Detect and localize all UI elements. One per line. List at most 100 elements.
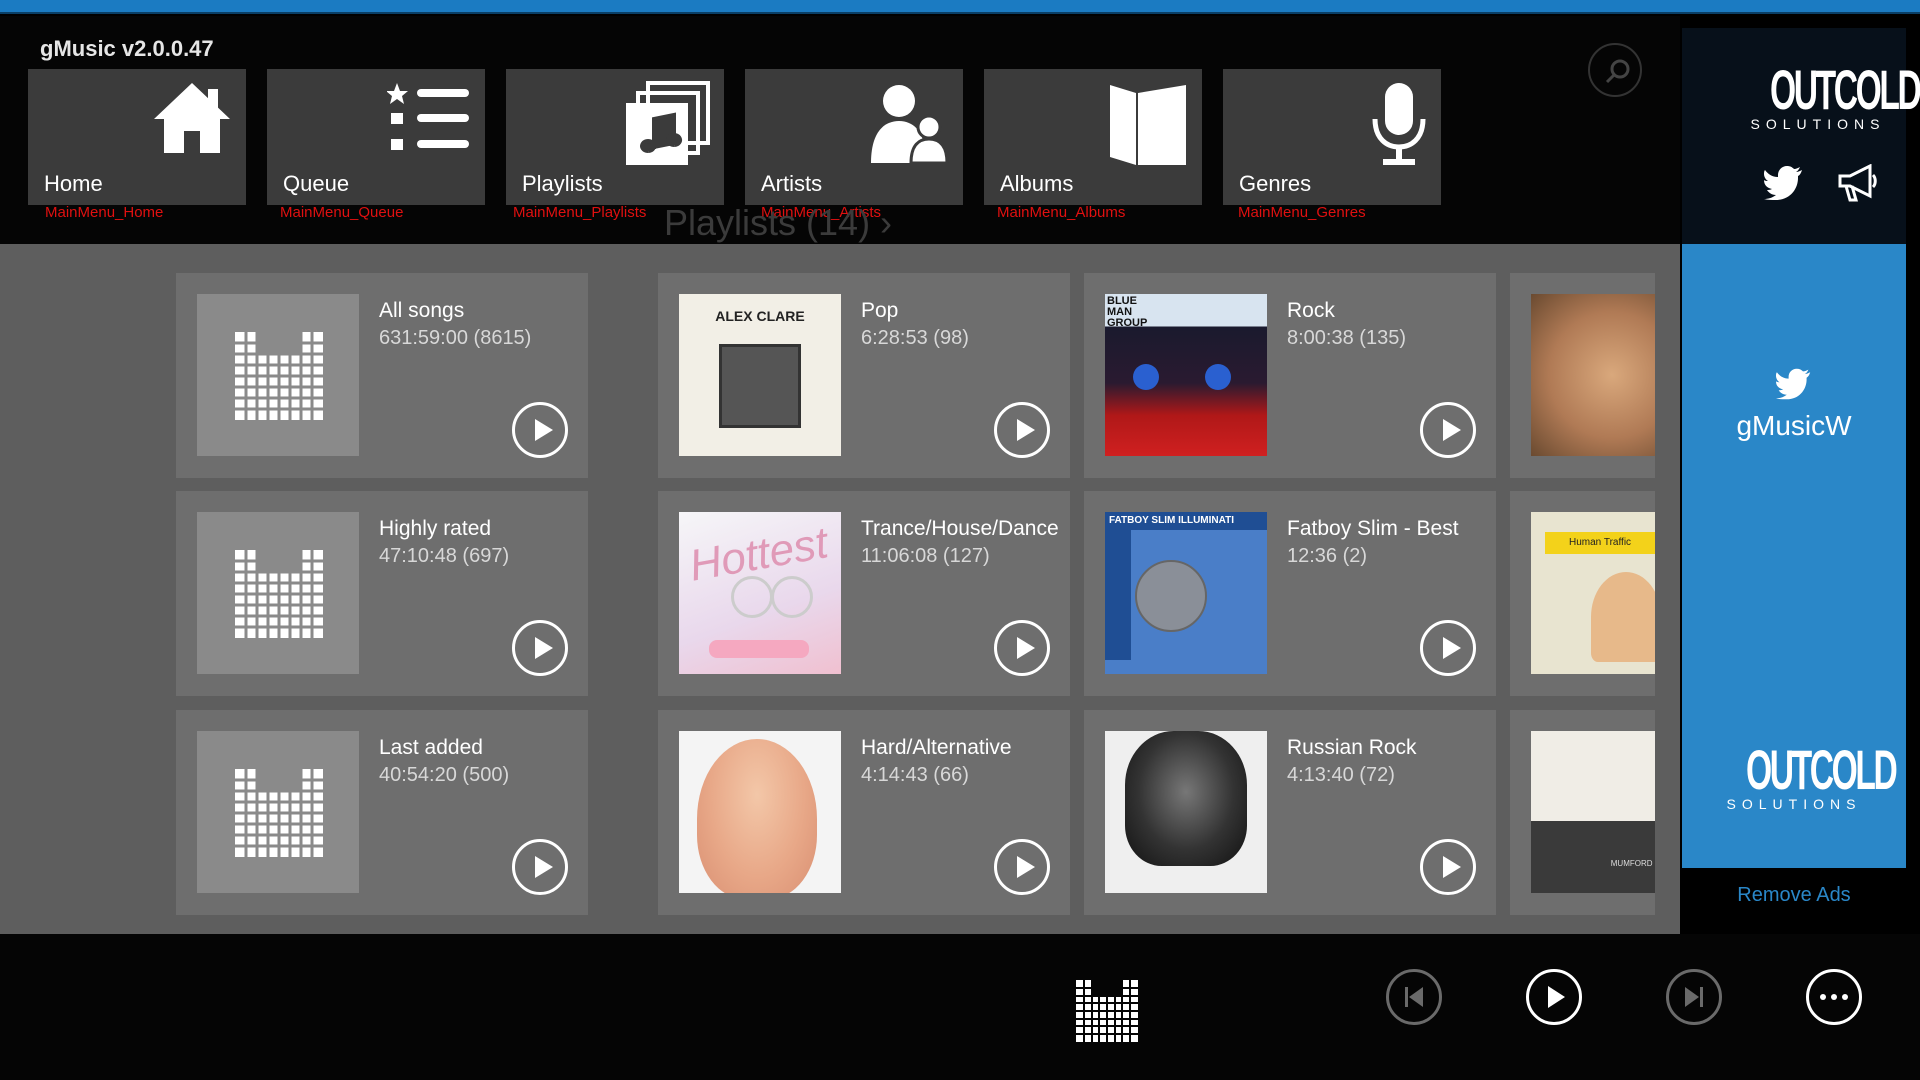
album-cover xyxy=(1105,731,1267,893)
menu-tile-albums[interactable]: Albums xyxy=(984,69,1202,205)
brand-logo: OUTCOLD SOLUTIONS xyxy=(1714,738,1898,813)
playlist-card[interactable]: BLUE MAN GROUP Rock 8:00:38 (135) xyxy=(1084,273,1496,478)
promo-panel: OUTCOLD SOLUTIONS gMusicW OUTCOLD SOLUTI… xyxy=(1682,28,1920,868)
album-cover-image xyxy=(719,344,801,428)
search-button[interactable] xyxy=(1588,43,1642,97)
playlist-meta: 12:36 (2) xyxy=(1287,545,1368,567)
gmusic-logo-art xyxy=(197,512,359,674)
artists-icon xyxy=(871,85,949,165)
album-cover: FATBOY SLIM ILLUMINATI xyxy=(1105,512,1267,674)
playlist-card[interactable]: Russian Rock 4:13:40 (72) xyxy=(1084,710,1496,915)
playlist-name: All songs xyxy=(379,299,465,322)
gmusic-logo-icon xyxy=(235,550,323,638)
play-button[interactable] xyxy=(994,402,1050,458)
play-button[interactable] xyxy=(1420,402,1476,458)
microphone-icon xyxy=(1372,83,1426,165)
next-button[interactable] xyxy=(1666,969,1722,1025)
menu-tile-home[interactable]: Home xyxy=(28,69,246,205)
playlist-card[interactable]: Human Traffic xyxy=(1510,491,1655,696)
playlist-card[interactable]: Hottest Trance/House/Dance 11:06:08 (127… xyxy=(658,491,1070,696)
playlist-meta: 4:14:43 (66) xyxy=(861,764,969,786)
album-cover-figure xyxy=(1205,364,1231,390)
next-icon xyxy=(1685,987,1703,1007)
album-cover: MUMFORD & SONS xyxy=(1531,731,1655,893)
playlist-card[interactable]: All songs 631:59:00 (8615) xyxy=(176,273,588,478)
menu-label-genres: Genres xyxy=(1239,171,1312,196)
album-cover: BLUE MAN GROUP xyxy=(1105,294,1267,456)
album-cover-disc xyxy=(731,576,773,618)
playlist-name: Fatboy Slim - Best xyxy=(1287,517,1459,540)
previous-icon xyxy=(1405,987,1423,1007)
menu-tile-artists[interactable]: Artists xyxy=(745,69,963,205)
play-button[interactable] xyxy=(1420,839,1476,895)
playlist-card[interactable]: FATBOY SLIM ILLUMINATI Fatboy Slim - Bes… xyxy=(1084,491,1496,696)
twitter-icon[interactable] xyxy=(1764,166,1804,200)
album-cover-image xyxy=(1591,572,1655,662)
album-cover xyxy=(1531,294,1655,456)
playlist-meta: 6:28:53 (98) xyxy=(861,327,969,349)
brand-logo-text: OUTCOLD xyxy=(1770,58,1920,121)
gmusic-logo-art xyxy=(197,294,359,456)
playlist-card[interactable] xyxy=(1510,273,1655,478)
playlist-meta: 631:59:00 (8615) xyxy=(379,327,532,349)
menu-tile-playlists[interactable]: Playlists xyxy=(506,69,724,205)
twitter-icon xyxy=(1776,368,1811,400)
previous-button[interactable] xyxy=(1386,969,1442,1025)
menu-key-genres: MainMenu_Genres xyxy=(1238,204,1366,221)
playlist-name: Rock xyxy=(1287,299,1335,322)
play-button[interactable] xyxy=(1420,620,1476,676)
menu-tile-queue[interactable]: Queue xyxy=(267,69,485,205)
play-button[interactable] xyxy=(994,839,1050,895)
album-cover-shape xyxy=(709,640,809,658)
playlist-card[interactable]: ALEX CLARE Pop 6:28:53 (98) xyxy=(658,273,1070,478)
megaphone-icon[interactable] xyxy=(1836,164,1878,202)
play-button[interactable] xyxy=(512,620,568,676)
menu-label-playlists: Playlists xyxy=(522,171,603,196)
album-cover xyxy=(679,731,841,893)
playlist-card[interactable]: Highly rated 47:10:48 (697) xyxy=(176,491,588,696)
promo-header: OUTCOLD SOLUTIONS xyxy=(1682,28,1920,244)
search-icon xyxy=(1605,59,1630,84)
playlist-meta: 40:54:20 (500) xyxy=(379,764,510,786)
album-cover-shape xyxy=(1105,530,1131,660)
section-title[interactable]: Playlists (14) › xyxy=(664,202,892,244)
menu-label-albums: Albums xyxy=(1000,171,1074,196)
play-button[interactable] xyxy=(1526,969,1582,1025)
menu-key-playlists: MainMenu_Playlists xyxy=(513,204,647,221)
playlist-card[interactable]: MUMFORD & SONS xyxy=(1510,710,1655,915)
brand-logo: OUTCOLD SOLUTIONS xyxy=(1738,58,1920,133)
remove-ads-link[interactable]: Remove Ads xyxy=(1682,884,1906,907)
play-button[interactable] xyxy=(512,839,568,895)
player-bar xyxy=(0,934,1920,1080)
album-cover-text: MUMFORD & SONS xyxy=(1610,859,1655,868)
menu-label-artists: Artists xyxy=(761,171,823,196)
playlist-meta: 11:06:08 (127) xyxy=(861,545,990,567)
menu-tile-genres[interactable]: Genres xyxy=(1223,69,1441,205)
album-cover-image xyxy=(697,739,817,893)
album-cover-text: BLUE MAN GROUP xyxy=(1107,295,1148,329)
album-cover-disc xyxy=(771,576,813,618)
header: gMusic v2.0.0.47 Home MainMenu_Home Queu… xyxy=(0,16,1680,244)
playlist-name: Pop xyxy=(861,299,899,322)
album-icon xyxy=(1110,85,1186,165)
album-cover-image xyxy=(1125,731,1247,866)
playlist-card[interactable]: Hard/Alternative 4:14:43 (66) xyxy=(658,710,1070,915)
playlists-grid: All songs 631:59:00 (8615) Highly rated … xyxy=(0,244,1680,934)
brand-logo-text: OUTCOLD xyxy=(1746,738,1898,801)
play-button[interactable] xyxy=(512,402,568,458)
gmusic-logo-icon xyxy=(1076,980,1138,1042)
app-title: gMusic v2.0.0.47 xyxy=(40,36,214,61)
more-button[interactable] xyxy=(1806,969,1862,1025)
playlist-meta: 4:13:40 (72) xyxy=(1287,764,1395,786)
playlist-name: Russian Rock xyxy=(1287,736,1417,759)
more-icon xyxy=(1820,994,1848,1000)
album-cover: Human Traffic xyxy=(1531,512,1655,674)
play-button[interactable] xyxy=(994,620,1050,676)
album-cover-image xyxy=(1531,821,1655,893)
menu-key-albums: MainMenu_Albums xyxy=(997,204,1126,221)
playlist-card[interactable]: Last added 40:54:20 (500) xyxy=(176,710,588,915)
playlist-name: Highly rated xyxy=(379,517,492,540)
menu-label-queue: Queue xyxy=(283,171,350,196)
promo-ad[interactable]: gMusicW OUTCOLD SOLUTIONS xyxy=(1682,244,1906,868)
menu-label-home: Home xyxy=(44,171,103,196)
